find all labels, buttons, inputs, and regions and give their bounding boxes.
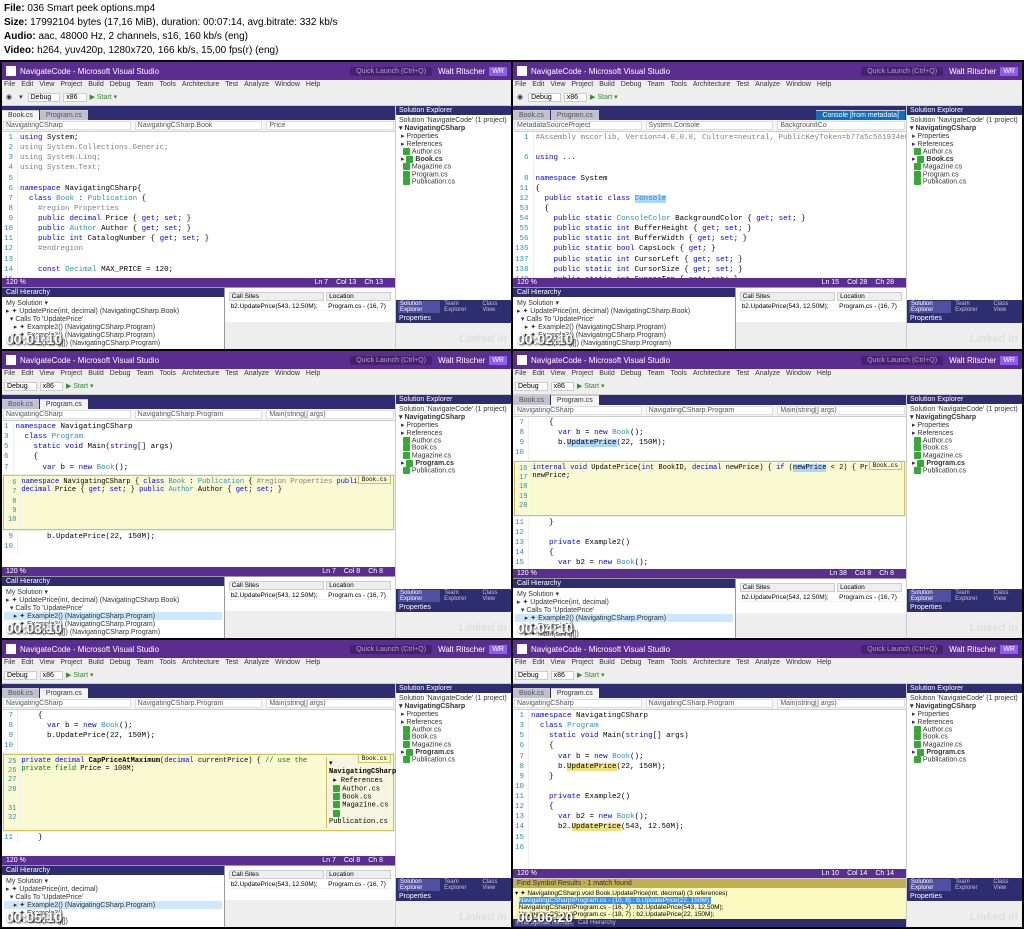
thumb-6: NavigateCode - Microsoft Visual StudioQu… bbox=[513, 640, 1022, 927]
watermark: Linked in bbox=[459, 333, 507, 345]
quick-launch[interactable]: Quick Launch (Ctrl+Q) bbox=[350, 67, 432, 76]
toolbar[interactable]: ◉▾Debugx86▶ Start ▾ bbox=[2, 89, 511, 106]
thumb-2: NavigateCode - Microsoft Visual StudioQu… bbox=[513, 62, 1022, 349]
thumb-4: NavigateCode - Microsoft Visual StudioQu… bbox=[513, 351, 1022, 638]
timestamp: 00:01:10 bbox=[6, 331, 62, 347]
find-results-header: Find Symbol Results - 1 match found bbox=[513, 879, 906, 888]
menubar[interactable]: FileEditViewProjectBuildDebugTeamToolsAr… bbox=[2, 80, 511, 89]
editor-tabs[interactable]: Book.csProgram.cs bbox=[2, 106, 395, 120]
peek-window[interactable]: Book.cs 6 7 8 9 10 namespace NavigatingC… bbox=[3, 475, 394, 530]
titlebar[interactable]: NavigateCode - Microsoft Visual StudioQu… bbox=[2, 62, 511, 80]
peek-file-list[interactable]: ▾ NavigatingCSharp ▸ References Author.c… bbox=[326, 757, 391, 828]
solution-explorer[interactable]: Solution Explorer Solution 'NavigateCode… bbox=[395, 106, 511, 349]
code-editor[interactable]: 1 2 3 4 5 6 7 8 9 10 11 12 13 14 15 usin… bbox=[2, 132, 395, 278]
thumbnail-grid: NavigateCode - Microsoft Visual StudioQu… bbox=[0, 60, 1024, 929]
statusbar: 120 %Ln 7Col 13Ch 13 bbox=[2, 278, 395, 287]
thumb-5: NavigateCode - Microsoft Visual StudioQu… bbox=[2, 640, 511, 927]
thumb-1: NavigateCode - Microsoft Visual StudioQu… bbox=[2, 62, 511, 349]
file-info-header: File: 036 Smart peek options.mp4 Size: 1… bbox=[0, 0, 1024, 60]
vs-icon bbox=[6, 66, 16, 76]
thumb-3: NavigateCode - Microsoft Visual StudioQu… bbox=[2, 351, 511, 638]
